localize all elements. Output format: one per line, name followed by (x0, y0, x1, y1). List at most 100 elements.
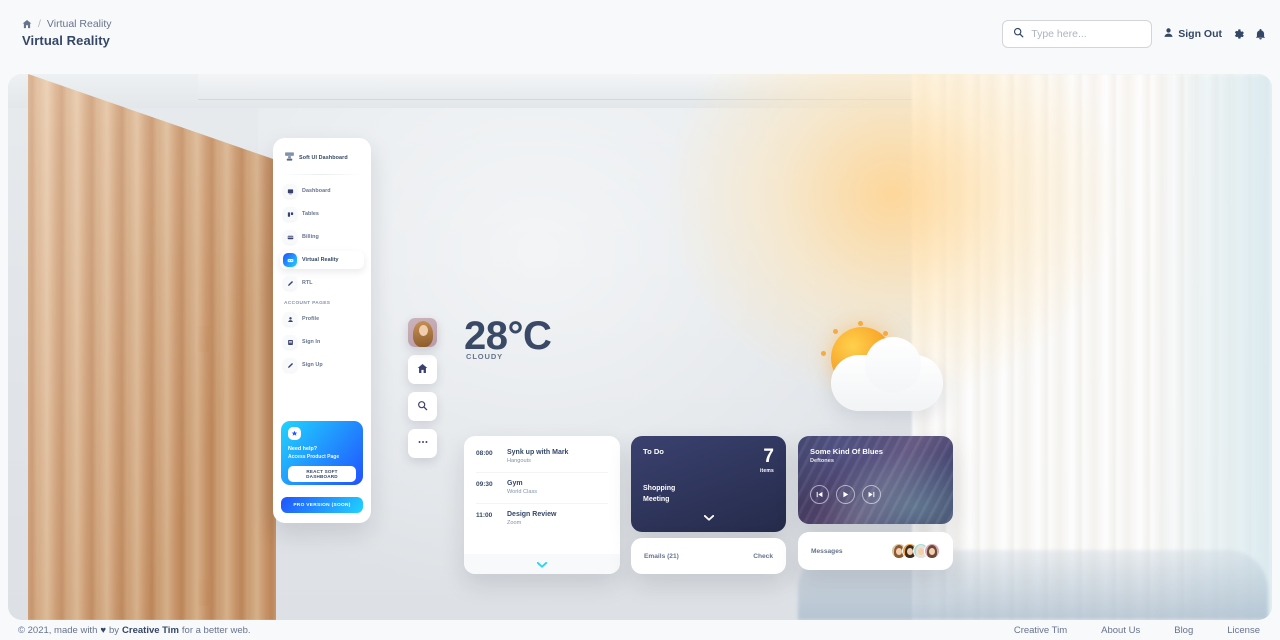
schedule-title: Gym (507, 480, 523, 487)
pro-version-button[interactable]: PRO VERSION (SOON) (281, 497, 363, 513)
sign-out-label: Sign Out (1178, 28, 1222, 40)
emails-check-button[interactable]: Check (753, 553, 773, 560)
emails-card: Emails (21) Check (631, 538, 786, 574)
soft-ui-logo-icon (284, 149, 295, 167)
next-track-button[interactable] (862, 485, 881, 504)
sidebar-item-label: Tables (302, 211, 319, 217)
right-wall-shade (1152, 74, 1272, 620)
home-icon[interactable] (22, 19, 32, 29)
footer-link-about-us[interactable]: About Us (1101, 625, 1140, 636)
user-icon (1163, 27, 1174, 41)
skip-forward-icon (867, 486, 876, 504)
home-button[interactable] (408, 355, 437, 384)
messages-label: Messages (811, 547, 843, 555)
schedule-subtitle: World Class (507, 489, 538, 495)
schedule-row[interactable]: 09:30 Gym World Class (476, 480, 608, 504)
promo-title: Need help? (288, 446, 318, 452)
music-artist: Deftones (810, 458, 834, 464)
messages-card: Messages (798, 532, 953, 570)
profile-icon (283, 312, 297, 326)
footer: © 2021, made with ♥ by Creative Tim for … (0, 620, 1280, 640)
sidebar-item-label: Billing (302, 234, 319, 240)
heart-icon: ♥ (100, 624, 106, 636)
sidebar-item-label: Sign Up (302, 362, 323, 368)
sidebar: Soft UI Dashboard Dashboard Tables Billi… (273, 138, 371, 523)
sidebar-section-label: ACCOUNT PAGES (284, 301, 331, 306)
play-button[interactable] (836, 485, 855, 504)
sidebar-divider (282, 174, 362, 175)
sun-behind-cloud-icon (813, 319, 953, 419)
topnav-actions: Sign Out (1002, 18, 1266, 48)
footer-link-license[interactable]: License (1227, 625, 1260, 636)
chevron-down-icon (536, 555, 548, 573)
previous-track-button[interactable] (810, 485, 829, 504)
schedule-expand-button[interactable] (464, 554, 620, 574)
sign-in-icon (283, 335, 297, 349)
sign-out-button[interactable]: Sign Out (1163, 27, 1222, 41)
search-button[interactable] (408, 392, 437, 421)
schedule-title: Design Review (507, 511, 557, 518)
search-box[interactable] (1002, 20, 1153, 48)
vr-stage: Soft UI Dashboard Dashboard Tables Billi… (8, 74, 1272, 620)
schedule-row[interactable]: 11:00 Design Review Zoom (476, 511, 608, 534)
schedule-card: 08:00 Synk up with Mark Hangouts 09:30 G… (464, 436, 620, 574)
footer-link-blog[interactable]: Blog (1174, 625, 1193, 636)
floating-tool-column (408, 318, 437, 458)
play-icon (841, 486, 850, 504)
sidebar-brand[interactable]: Soft UI Dashboard (280, 146, 364, 174)
sidebar-item-billing[interactable]: Billing (280, 228, 364, 246)
user-avatar[interactable] (408, 318, 437, 347)
todo-title: To Do (643, 447, 664, 456)
footer-links: Creative Tim About Us Blog License (1014, 625, 1266, 636)
chevron-down-icon (703, 515, 714, 521)
star-icon (288, 427, 301, 440)
dashboard-icon (283, 184, 297, 198)
sidebar-item-label: Dashboard (302, 188, 331, 194)
sidebar-item-sign-in[interactable]: Sign In (280, 333, 364, 351)
tables-icon (283, 207, 297, 221)
todo-entry[interactable]: Meeting (643, 496, 774, 503)
wooden-wall-shading (28, 74, 276, 620)
sidebar-item-label: RTL (302, 280, 313, 286)
emails-label: Emails (21) (644, 552, 679, 560)
footer-copyright-pre: © 2021, made with (18, 624, 98, 636)
sign-up-icon (283, 358, 297, 372)
schedule-row[interactable]: 08:00 Synk up with Mark Hangouts (476, 449, 608, 473)
breadcrumb-current[interactable]: Virtual Reality (47, 18, 112, 30)
avatar[interactable] (924, 543, 940, 559)
breadcrumb: / Virtual Reality (22, 18, 112, 30)
sidebar-item-sign-up[interactable]: Sign Up (280, 356, 364, 374)
todo-entry[interactable]: Shopping (643, 485, 774, 492)
react-soft-dashboard-button[interactable]: REACT SOFT DASHBOARD (288, 466, 356, 482)
sidebar-item-label: Sign In (302, 339, 321, 345)
page-title: Virtual Reality (22, 33, 110, 48)
top-navbar: / Virtual Reality Virtual Reality Sign O… (0, 0, 1280, 74)
more-button[interactable] (408, 429, 437, 458)
sidebar-item-rtl[interactable]: RTL (280, 274, 364, 292)
more-icon (417, 435, 429, 453)
footer-link-creative-tim[interactable]: Creative Tim (1014, 625, 1067, 636)
footer-copyright: © 2021, made with ♥ by Creative Tim for … (18, 625, 251, 636)
bell-icon[interactable] (1255, 28, 1266, 40)
gear-icon[interactable] (1233, 28, 1244, 40)
todo-count-label: items (759, 468, 774, 474)
sidebar-item-virtual-reality[interactable]: Virtual Reality (280, 251, 364, 269)
footer-by: by (109, 624, 120, 636)
todo-expand-button[interactable] (703, 508, 714, 526)
sidebar-item-dashboard[interactable]: Dashboard (280, 182, 364, 200)
footer-brand-link[interactable]: Creative Tim (122, 625, 179, 636)
schedule-list: 08:00 Synk up with Mark Hangouts 09:30 G… (464, 436, 620, 534)
sidebar-item-tables[interactable]: Tables (280, 205, 364, 223)
schedule-subtitle: Zoom (507, 520, 522, 526)
sidebar-promo-card: Need help? Access Product Page REACT SOF… (281, 421, 363, 485)
music-track-title: Some Kind Of Blues (810, 447, 883, 456)
virtual-reality-page: / Virtual Reality Virtual Reality Sign O… (0, 0, 1280, 640)
sidebar-brand-label: Soft UI Dashboard (299, 155, 348, 161)
avatar-face (419, 325, 428, 336)
sidebar-item-profile[interactable]: Profile (280, 310, 364, 328)
schedule-title: Synk up with Mark (507, 449, 569, 456)
search-input[interactable] (1031, 28, 1142, 40)
billing-icon (283, 230, 297, 244)
music-player-card: Some Kind Of Blues Deftones (798, 436, 953, 524)
music-card-content: Some Kind Of Blues Deftones (798, 436, 953, 515)
